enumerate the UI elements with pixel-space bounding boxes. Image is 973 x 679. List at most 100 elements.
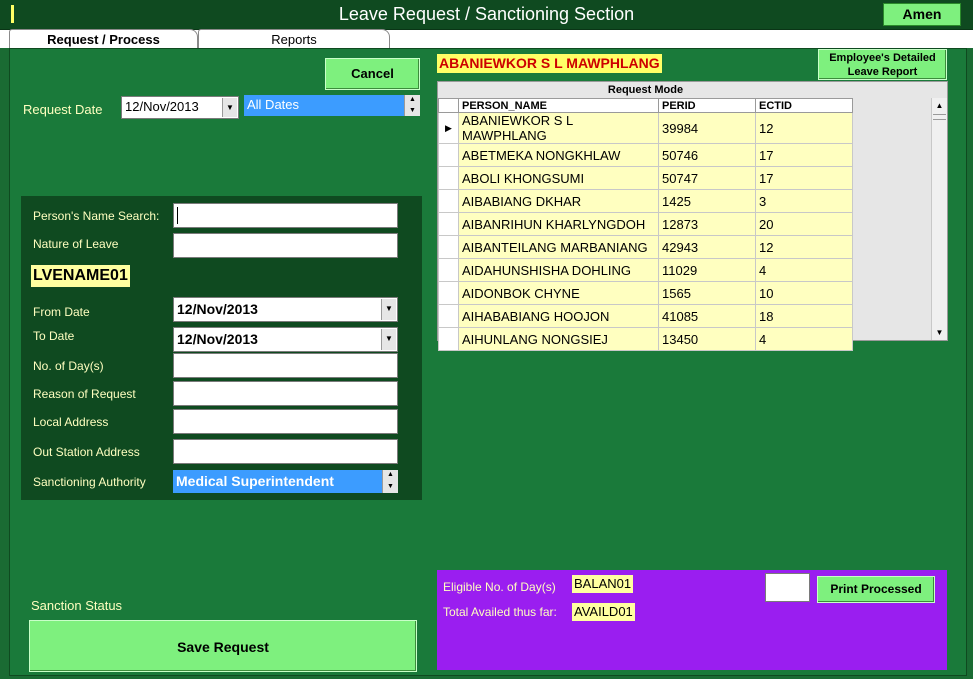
nature-of-leave-label: Nature of Leave	[33, 237, 119, 251]
out-station-input[interactable]	[173, 439, 398, 464]
title-bar: Leave Request / Sanctioning Section	[0, 0, 973, 30]
table-cell[interactable]: ABANIEWKOR S L MAWPHLANG	[458, 112, 659, 144]
table-cell[interactable]: ABOLI KHONGSUMI	[458, 166, 659, 190]
eligible-days-value: BALAN01	[572, 575, 634, 593]
date-filter-spinner[interactable]: ▲ ▼	[404, 95, 420, 116]
table-cell[interactable]: 12	[755, 112, 853, 144]
grid-caption: Request Mode	[607, 84, 684, 96]
selected-employee-name: ABANIEWKOR S L MAWPHLANG	[437, 54, 662, 73]
table-cell[interactable]: AIBABIANG DKHAR	[458, 189, 659, 213]
current-row-icon: ▶	[438, 112, 459, 144]
table-cell[interactable]: 3	[755, 189, 853, 213]
column-header[interactable]: ECTID	[755, 98, 853, 113]
summary-panel: Eligible No. of Day(s) BALAN01 Total Ava…	[437, 570, 947, 670]
date-filter-list[interactable]: All Dates ▲ ▼	[244, 95, 420, 116]
scroll-up-icon[interactable]: ▲	[932, 98, 947, 113]
window-title: Leave Request / Sanctioning Section	[338, 4, 635, 24]
local-address-input[interactable]	[173, 409, 398, 434]
table-cell[interactable]: 17	[755, 166, 853, 190]
table-row[interactable]: AIBANTEILANG MARBANIANG 42943 12	[438, 235, 853, 259]
spin-up-icon[interactable]: ▲	[405, 95, 420, 106]
nature-of-leave-input[interactable]	[173, 233, 398, 258]
table-row[interactable]: AIHUNLANG NONGSIEJ 13450 4	[438, 327, 853, 351]
grid-scrollbar[interactable]: ▲ ▼	[931, 98, 947, 340]
out-station-label: Out Station Address	[33, 445, 140, 459]
table-cell[interactable]: 41085	[658, 304, 756, 328]
print-processed-button[interactable]: Print Processed	[817, 576, 935, 603]
table-cell[interactable]: 4	[755, 327, 853, 351]
table-cell[interactable]: AIDAHUNSHISHA DOHLING	[458, 258, 659, 282]
days-input[interactable]	[173, 353, 398, 378]
print-count-input[interactable]	[765, 573, 810, 602]
chevron-down-icon[interactable]: ▼	[381, 329, 396, 350]
request-date-combo[interactable]: 12/Nov/2013 ▼	[121, 96, 239, 119]
table-cell[interactable]: 10	[755, 281, 853, 305]
table-row[interactable]: AIBANRIHUN KHARLYNGDOH 12873 20	[438, 212, 853, 236]
chevron-down-icon[interactable]: ▼	[222, 98, 237, 117]
row-selector[interactable]	[438, 327, 459, 351]
eligible-days-label: Eligible No. of Day(s)	[443, 580, 556, 594]
table-cell[interactable]: 1425	[658, 189, 756, 213]
table-cell[interactable]: AIBANRIHUN KHARLYNGDOH	[458, 212, 659, 236]
from-date-combo[interactable]: 12/Nov/2013 ▼	[173, 297, 398, 322]
table-cell[interactable]: 1565	[658, 281, 756, 305]
row-selector[interactable]	[438, 212, 459, 236]
table-row[interactable]: ABOLI KHONGSUMI 50747 17	[438, 166, 853, 190]
reason-label: Reason of Request	[33, 387, 136, 401]
scroll-thumb[interactable]	[933, 114, 946, 120]
row-selector[interactable]	[438, 166, 459, 190]
date-filter-value: All Dates	[247, 97, 300, 112]
spin-down-icon[interactable]: ▼	[405, 106, 420, 117]
table-cell[interactable]: 50746	[658, 143, 756, 167]
table-row[interactable]: ▶ ABANIEWKOR S L MAWPHLANG 39984 12	[438, 112, 853, 144]
column-header[interactable]: PERSON_NAME	[458, 98, 659, 113]
table-cell[interactable]: 12	[755, 235, 853, 259]
table-cell[interactable]: 20	[755, 212, 853, 236]
request-grid[interactable]: Request Mode PERSON_NAME PERID ECTID ▶ A…	[437, 81, 948, 351]
spin-down-icon[interactable]: ▼	[383, 482, 398, 494]
scroll-down-icon[interactable]: ▼	[932, 325, 947, 340]
user-button[interactable]: Amen	[883, 3, 961, 26]
row-selector[interactable]	[438, 143, 459, 167]
employee-leave-report-button[interactable]: Employee's Detailed Leave Report	[818, 49, 947, 80]
table-cell[interactable]: 18	[755, 304, 853, 328]
table-cell[interactable]: 13450	[658, 327, 756, 351]
request-date-value: 12/Nov/2013	[125, 99, 199, 114]
row-selector[interactable]	[438, 258, 459, 282]
row-selector[interactable]	[438, 189, 459, 213]
table-row[interactable]: AIBABIANG DKHAR 1425 3	[438, 189, 853, 213]
table-row[interactable]: AIDONBOK CHYNE 1565 10	[438, 281, 853, 305]
table-row[interactable]: AIHABABIANG HOOJON 41085 18	[438, 304, 853, 328]
row-selector[interactable]	[438, 235, 459, 259]
local-address-label: Local Address	[33, 415, 109, 429]
authority-label: Sanctioning Authority	[33, 475, 146, 489]
table-row[interactable]: AIDAHUNSHISHA DOHLING 11029 4	[438, 258, 853, 282]
reason-input[interactable]	[173, 381, 398, 406]
row-selector[interactable]	[438, 281, 459, 305]
spin-up-icon[interactable]: ▲	[383, 470, 398, 482]
authority-spinner[interactable]: ▲ ▼	[382, 470, 398, 493]
table-cell[interactable]: 11029	[658, 258, 756, 282]
table-cell[interactable]: AIDONBOK CHYNE	[458, 281, 659, 305]
chevron-down-icon[interactable]: ▼	[381, 299, 396, 320]
column-header[interactable]: PERID	[658, 98, 756, 113]
table-cell[interactable]: 4	[755, 258, 853, 282]
table-cell[interactable]: 12873	[658, 212, 756, 236]
table-cell[interactable]: 50747	[658, 166, 756, 190]
cancel-button[interactable]: Cancel	[325, 58, 420, 90]
table-cell[interactable]: AIBANTEILANG MARBANIANG	[458, 235, 659, 259]
table-cell[interactable]: ABETMEKA NONGKHLAW	[458, 143, 659, 167]
table-cell[interactable]: AIHUNLANG NONGSIEJ	[458, 327, 659, 351]
table-cell[interactable]: 17	[755, 143, 853, 167]
table-cell[interactable]: 39984	[658, 112, 756, 144]
save-request-button[interactable]: Save Request	[29, 620, 417, 672]
table-row[interactable]: ABETMEKA NONGKHLAW 50746 17	[438, 143, 853, 167]
name-search-input[interactable]	[173, 203, 398, 228]
to-date-combo[interactable]: 12/Nov/2013 ▼	[173, 327, 398, 352]
tab-request-process[interactable]: Request / Process	[9, 29, 198, 49]
table-cell[interactable]: 42943	[658, 235, 756, 259]
row-selector[interactable]	[438, 304, 459, 328]
tab-reports[interactable]: Reports	[198, 29, 390, 49]
table-cell[interactable]: AIHABABIANG HOOJON	[458, 304, 659, 328]
authority-list[interactable]: Medical Superintendent ▲ ▼	[173, 470, 398, 493]
